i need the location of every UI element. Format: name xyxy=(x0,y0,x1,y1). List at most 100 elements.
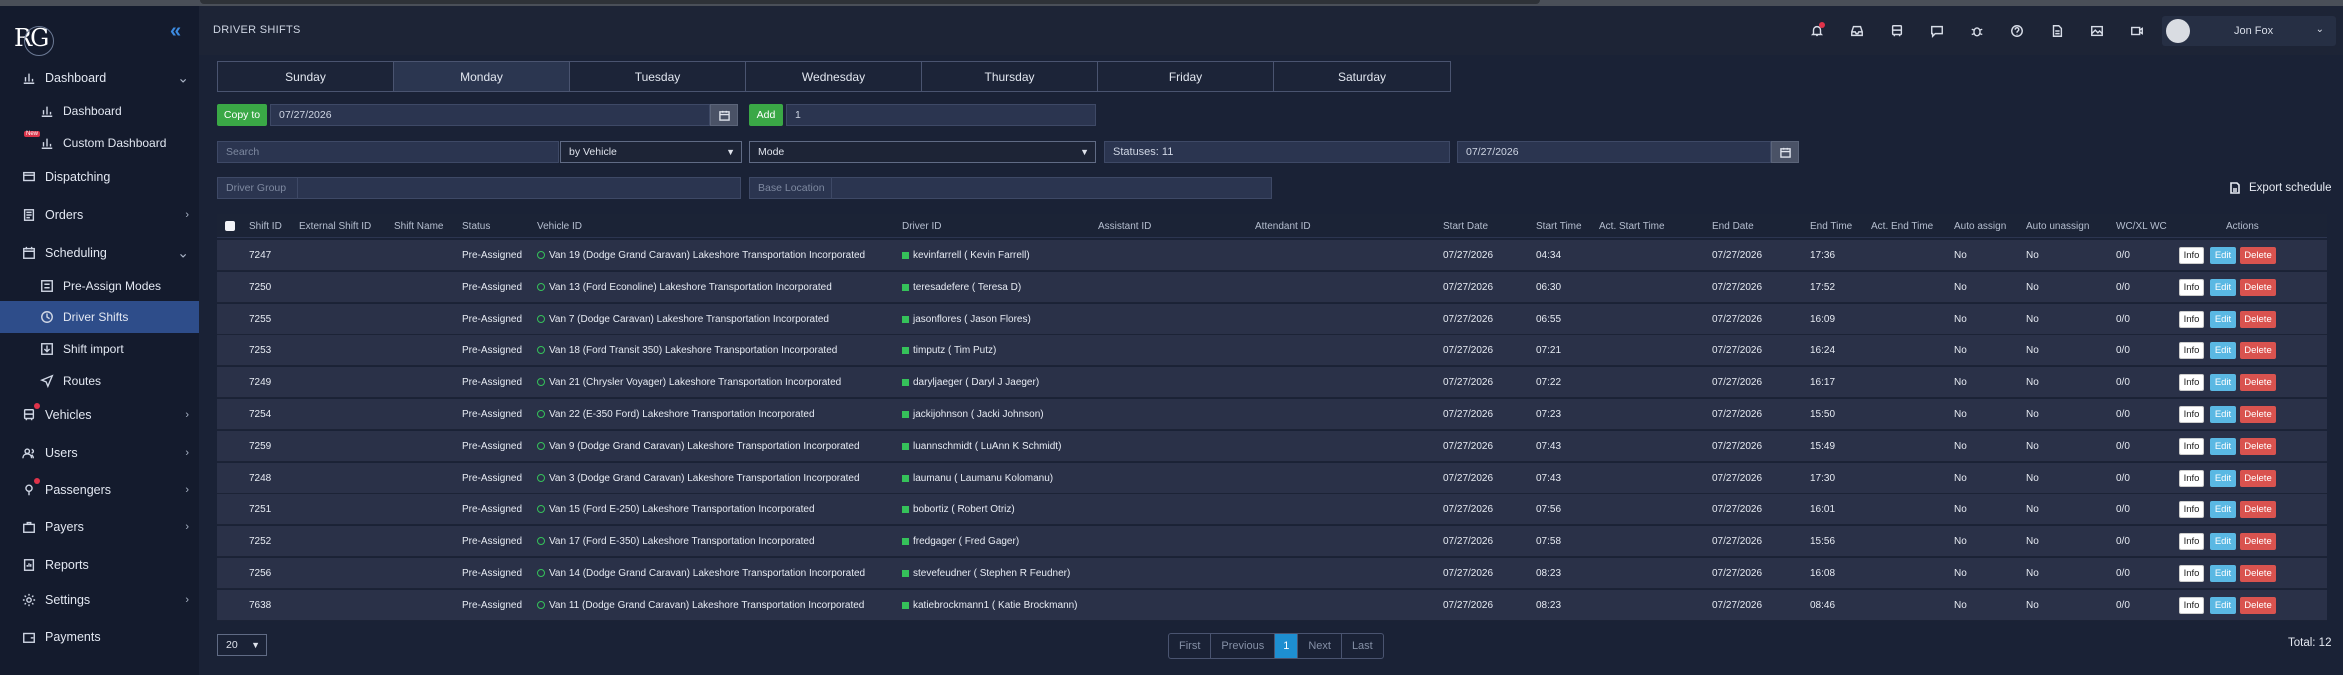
image-icon[interactable] xyxy=(2077,22,2117,40)
edit-button[interactable]: Edit xyxy=(2210,469,2236,487)
column-header-act-start-time[interactable]: Act. Start Time xyxy=(1599,221,1665,232)
calendar-icon[interactable] xyxy=(1771,141,1799,163)
copy-to-button[interactable]: Copy to xyxy=(217,104,267,126)
chat-icon[interactable] xyxy=(1917,22,1957,40)
edit-button[interactable]: Edit xyxy=(2210,596,2236,614)
info-button[interactable]: Info xyxy=(2179,310,2204,328)
document-icon[interactable] xyxy=(2037,22,2077,40)
delete-button[interactable]: Delete xyxy=(2240,247,2276,264)
table-row[interactable]: 7248 Pre-Assigned Van 3 (Dodge Grand Carav… xyxy=(217,462,2327,494)
column-header-auto-unassign[interactable]: Auto unassign xyxy=(2026,221,2089,232)
info-button[interactable]: Info xyxy=(2179,501,2204,519)
table-row[interactable]: 7259 Pre-Assigned Van 9 (Dodge Grand Carav… xyxy=(217,430,2327,462)
tab-saturday[interactable]: Saturday xyxy=(1274,62,1450,91)
sidebar-item-payers[interactable]: Payers › xyxy=(0,509,199,544)
app-logo[interactable]: RG xyxy=(14,24,58,56)
sidebar-item-scheduling[interactable]: Scheduling ⌄ xyxy=(0,235,199,270)
add-button[interactable]: Add xyxy=(749,104,783,126)
sidebar-item-dashboard[interactable]: Dashboard ⌄ xyxy=(0,60,199,95)
tab-thursday[interactable]: Thursday xyxy=(922,62,1098,91)
info-button[interactable]: Info xyxy=(2179,342,2204,360)
column-header-wc-xl-wc[interactable]: WC/XL WC xyxy=(2116,221,2167,232)
info-button[interactable]: Info xyxy=(2179,596,2204,614)
table-row[interactable]: 7249 Pre-Assigned Van 21 (Chrysler Voyager… xyxy=(217,367,2327,399)
column-header-end-date[interactable]: End Date xyxy=(1712,221,1754,232)
page-last-button[interactable]: Last xyxy=(1342,634,1383,658)
delete-button[interactable]: Delete xyxy=(2240,501,2276,519)
user-menu[interactable]: Jon Fox ⌄ xyxy=(2162,16,2336,46)
export-schedule-button[interactable]: Export schedule xyxy=(2229,182,2331,194)
edit-button[interactable]: Edit xyxy=(2210,565,2236,582)
sidebar-item-routes[interactable]: Routes xyxy=(0,365,199,397)
column-header-attendant-id[interactable]: Attendant ID xyxy=(1255,221,1311,232)
sidebar-item-orders[interactable]: Orders › xyxy=(0,197,199,232)
info-button[interactable]: Info xyxy=(2179,533,2204,551)
table-row[interactable]: 7251 Pre-Assigned Van 15 (Ford E-250) Lake… xyxy=(217,494,2327,526)
delete-button[interactable]: Delete xyxy=(2240,406,2276,423)
page-first-button[interactable]: First xyxy=(1169,634,1212,658)
sidebar-item-dashboard[interactable]: Dashboard xyxy=(0,95,199,127)
table-row[interactable]: 7247 Pre-Assigned Van 19 (Dodge Grand Cara… xyxy=(217,240,2327,271)
mode-select[interactable]: Mode ▼ xyxy=(749,141,1096,163)
bus-icon[interactable] xyxy=(1877,22,1917,40)
page-1-button[interactable]: 1 xyxy=(1275,634,1299,658)
edit-button[interactable]: Edit xyxy=(2210,374,2236,392)
sidebar-item-pre-assign-modes[interactable]: Pre-Assign Modes xyxy=(0,270,199,302)
add-count-field[interactable]: 1 xyxy=(786,104,1096,126)
column-header-assistant-id[interactable]: Assistant ID xyxy=(1098,221,1151,232)
table-row[interactable]: 7255 Pre-Assigned Van 7 (Dodge Caravan) La… xyxy=(217,303,2327,335)
sidebar-item-custom-dashboard[interactable]: Custom Dashboard New xyxy=(0,127,199,159)
info-button[interactable]: Info xyxy=(2179,565,2204,582)
page-next-button[interactable]: Next xyxy=(1298,634,1342,658)
delete-button[interactable]: Delete xyxy=(2240,374,2276,392)
info-button[interactable]: Info xyxy=(2179,374,2204,392)
bell-icon[interactable] xyxy=(1797,22,1837,40)
edit-button[interactable]: Edit xyxy=(2210,278,2236,296)
sidebar-item-users[interactable]: Users › xyxy=(0,435,199,470)
tab-friday[interactable]: Friday xyxy=(1098,62,1274,91)
sidebar-item-vehicles[interactable]: Vehicles › xyxy=(0,397,199,432)
info-button[interactable]: Info xyxy=(2179,437,2204,455)
delete-button[interactable]: Delete xyxy=(2240,310,2276,328)
sidebar-item-passengers[interactable]: Passengers › xyxy=(0,472,199,507)
column-header-status[interactable]: Status xyxy=(462,221,490,232)
table-row[interactable]: 7256 Pre-Assigned Van 14 (Dodge Grand Cara… xyxy=(217,558,2327,589)
collapse-sidebar-icon[interactable]: « xyxy=(170,20,181,43)
inbox-icon[interactable] xyxy=(1837,22,1877,40)
date-field[interactable]: 07/27/2026 xyxy=(1457,141,1771,163)
select-all-checkbox[interactable] xyxy=(225,221,235,231)
column-header-vehicle-id[interactable]: Vehicle ID xyxy=(537,221,582,232)
help-icon[interactable] xyxy=(1997,22,2037,40)
driver-group-input[interactable] xyxy=(297,177,741,199)
table-row[interactable]: 7253 Pre-Assigned Van 18 (Ford Transit 350… xyxy=(217,335,2327,367)
column-header-shift-id[interactable]: Shift ID xyxy=(249,221,282,232)
bug-icon[interactable] xyxy=(1957,22,1997,40)
table-row[interactable]: 7254 Pre-Assigned Van 22 (E-350 Ford) Lake… xyxy=(217,399,2327,430)
tab-tuesday[interactable]: Tuesday xyxy=(570,62,746,91)
table-row[interactable]: 7638 Pre-Assigned Van 11 (Dodge Grand Cara… xyxy=(217,589,2327,621)
table-row[interactable]: 7252 Pre-Assigned Van 17 (Ford E-350) Lake… xyxy=(217,526,2327,558)
edit-button[interactable]: Edit xyxy=(2210,501,2236,519)
video-icon[interactable] xyxy=(2117,22,2157,40)
delete-button[interactable]: Delete xyxy=(2240,565,2276,582)
sidebar-item-settings[interactable]: Settings › xyxy=(0,582,199,617)
delete-button[interactable]: Delete xyxy=(2240,469,2276,487)
edit-button[interactable]: Edit xyxy=(2210,342,2236,360)
delete-button[interactable]: Delete xyxy=(2240,533,2276,551)
edit-button[interactable]: Edit xyxy=(2210,247,2236,264)
edit-button[interactable]: Edit xyxy=(2210,533,2236,551)
info-button[interactable]: Info xyxy=(2179,247,2204,264)
delete-button[interactable]: Delete xyxy=(2240,596,2276,614)
tab-wednesday[interactable]: Wednesday xyxy=(746,62,922,91)
delete-button[interactable]: Delete xyxy=(2240,437,2276,455)
edit-button[interactable]: Edit xyxy=(2210,310,2236,328)
column-header-shift-name[interactable]: Shift Name xyxy=(394,221,443,232)
column-header-end-time[interactable]: End Time xyxy=(1810,221,1852,232)
group-by-select[interactable]: by Vehicle ▼ xyxy=(560,141,742,163)
edit-button[interactable]: Edit xyxy=(2210,437,2236,455)
info-button[interactable]: Info xyxy=(2179,278,2204,296)
sidebar-item-reports[interactable]: Reports xyxy=(0,547,199,582)
column-header-start-time[interactable]: Start Time xyxy=(1536,221,1582,232)
statuses-filter[interactable]: Statuses: 11 xyxy=(1104,141,1450,163)
sidebar-item-shift-import[interactable]: Shift import xyxy=(0,333,199,365)
